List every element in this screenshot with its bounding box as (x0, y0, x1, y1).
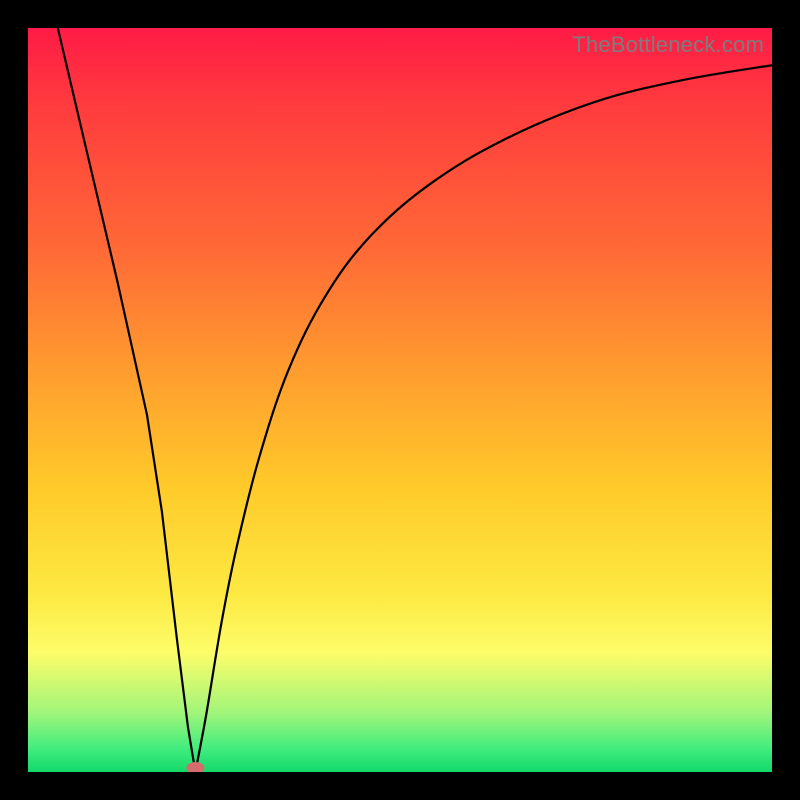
plot-area: TheBottleneck.com (28, 28, 772, 772)
chart-container: TheBottleneck.com (0, 0, 800, 800)
minimum-marker (186, 762, 204, 772)
curve-right-branch (195, 65, 772, 772)
chart-svg (28, 28, 772, 772)
curve-left-branch (58, 28, 196, 772)
